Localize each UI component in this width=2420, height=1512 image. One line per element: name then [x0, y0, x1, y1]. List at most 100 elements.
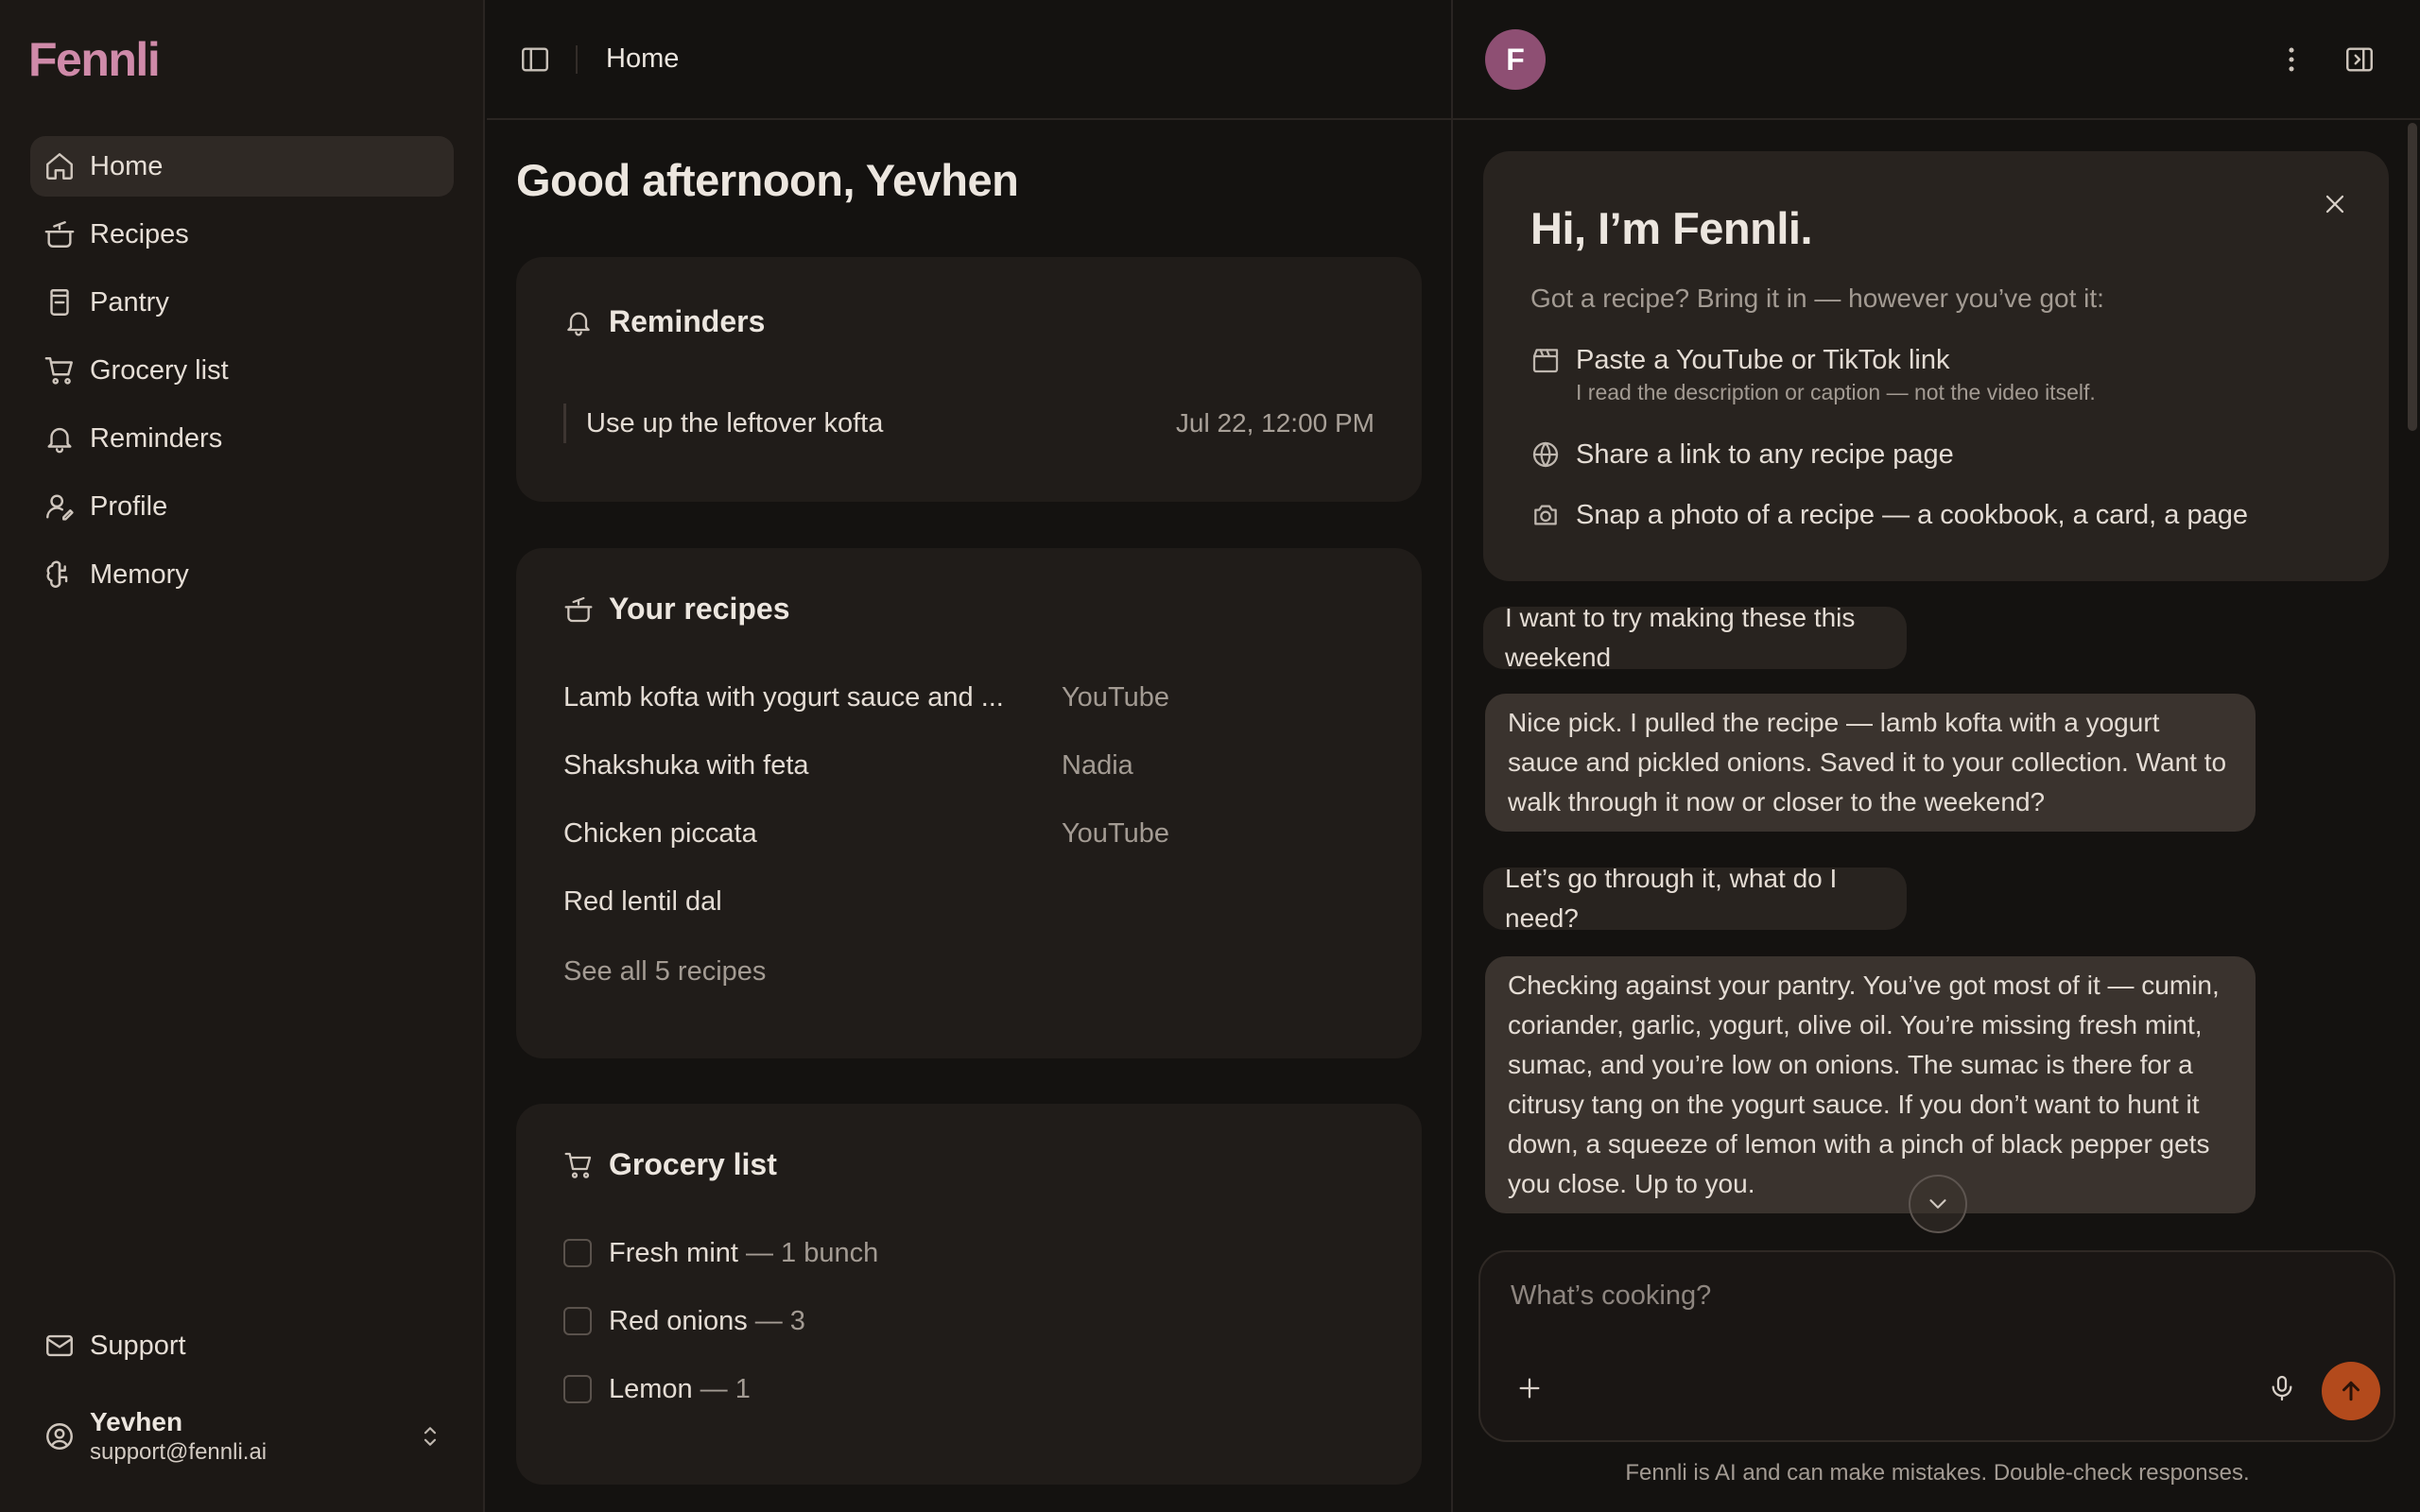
- support-link[interactable]: Support: [30, 1315, 454, 1376]
- jar-icon: [43, 286, 76, 318]
- assistant-avatar: F: [1485, 29, 1546, 90]
- recipe-row[interactable]: Red lentil dal: [563, 883, 1374, 920]
- sidebar: Fennli Home Recipes Pantry Grocery list …: [0, 0, 485, 1512]
- sidebar-item-pantry[interactable]: Pantry: [30, 272, 454, 333]
- option-title: Paste a YouTube or TikTok link: [1576, 345, 1950, 375]
- close-icon[interactable]: [2320, 189, 2350, 219]
- sidebar-item-label: Memory: [90, 558, 189, 590]
- grocery-checkbox[interactable]: [563, 1375, 592, 1403]
- grocery-checkbox[interactable]: [563, 1239, 592, 1267]
- recipes-card: Your recipes Lamb kofta with yogurt sauc…: [516, 548, 1422, 1058]
- welcome-option-video: Paste a YouTube or TikTok link I read th…: [1530, 342, 2096, 406]
- chat-scrollbar[interactable]: [2408, 123, 2417, 431]
- sidebar-item-recipes[interactable]: Recipes: [30, 204, 454, 265]
- recipe-row[interactable]: Chicken piccata YouTube: [563, 815, 1374, 852]
- sidebar-item-label: Grocery list: [90, 354, 229, 386]
- home-icon: [43, 150, 76, 182]
- chat-input[interactable]: [1511, 1280, 2342, 1312]
- assistant-message: Checking against your pantry. You’ve got…: [1485, 956, 2256, 1213]
- user-meta: Yevhen support@fennli.ai: [90, 1406, 416, 1467]
- reminder-date: Jul 22, 12:00 PM: [1175, 408, 1374, 438]
- pot-icon: [563, 594, 594, 625]
- grocery-card: Grocery list Fresh mint — 1 bunch Red on…: [516, 1104, 1422, 1485]
- grocery-name: Fresh mint: [609, 1237, 738, 1268]
- recipes-card-title[interactable]: Your recipes: [563, 592, 789, 627]
- clapperboard-icon: [1530, 345, 1561, 375]
- sidebar-item-label: Home: [90, 150, 164, 181]
- grocery-item: Fresh mint — 1 bunch: [563, 1234, 878, 1272]
- user-circle-icon: [43, 1420, 76, 1452]
- panel-right-close-icon[interactable]: [2343, 43, 2376, 76]
- assistant-message: Nice pick. I pulled the recipe — lamb ko…: [1485, 694, 2256, 832]
- globe-icon: [1530, 439, 1561, 470]
- welcome-title: Hi, I’m Fennli.: [1530, 203, 1813, 253]
- welcome-card: Hi, I’m Fennli. Got a recipe? Bring it i…: [1483, 151, 2389, 581]
- sidebar-item-profile[interactable]: Profile: [30, 476, 454, 537]
- app-logo[interactable]: Fennli: [28, 32, 161, 87]
- option-title: Snap a photo of a recipe — a cookbook, a…: [1576, 500, 2248, 530]
- sidebar-item-grocery-list[interactable]: Grocery list: [30, 340, 454, 401]
- bell-icon: [43, 422, 76, 455]
- user-edit-icon: [43, 490, 76, 523]
- grocery-qty: — 1: [700, 1373, 751, 1404]
- card-title-label: Grocery list: [609, 1147, 777, 1181]
- support-label: Support: [90, 1330, 186, 1361]
- grocery-item: Lemon — 1: [563, 1370, 751, 1408]
- chevron-up-down-icon[interactable]: [416, 1422, 444, 1451]
- brain-icon: [43, 558, 76, 591]
- chat-panel: F Hi, I’m Fennli. Got a recipe? Bring it…: [1451, 0, 2420, 1512]
- user-message: Let’s go through it, what do I need?: [1483, 864, 1907, 933]
- sidebar-item-reminders[interactable]: Reminders: [30, 408, 454, 469]
- camera-icon: [1530, 500, 1561, 530]
- user-message: I want to try making these this weekend: [1483, 603, 1907, 672]
- mail-icon: [43, 1330, 76, 1362]
- page-title: Good afternoon, Yevhen: [516, 155, 1019, 205]
- scroll-to-bottom-button[interactable]: [1909, 1175, 1967, 1233]
- main-content: Home Good afternoon, Yevhen Reminders Us…: [487, 0, 1451, 1512]
- option-detail: I read the description or caption — not …: [1576, 380, 2096, 404]
- chat-composer: [1478, 1250, 2395, 1442]
- sidebar-item-memory[interactable]: Memory: [30, 544, 454, 605]
- microphone-icon[interactable]: [2267, 1373, 2297, 1403]
- user-menu[interactable]: Yevhen support@fennli.ai: [30, 1402, 454, 1470]
- grocery-item: Red onions — 3: [563, 1302, 805, 1340]
- sidebar-item-label: Pantry: [90, 286, 169, 318]
- send-button[interactable]: [2322, 1362, 2380, 1420]
- cart-icon: [43, 354, 76, 387]
- recipe-row[interactable]: Shakshuka with feta Nadia: [563, 747, 1374, 784]
- user-email: support@fennli.ai: [90, 1439, 268, 1465]
- grocery-qty: — 3: [754, 1305, 805, 1336]
- recipe-source: YouTube: [1062, 817, 1169, 849]
- grocery-checkbox[interactable]: [563, 1307, 592, 1335]
- cart-icon: [563, 1150, 594, 1180]
- reminder-item[interactable]: Use up the leftover kofta Jul 22, 12:00 …: [563, 404, 1374, 443]
- recipe-name: Red lentil dal: [563, 885, 722, 917]
- sidebar-nav: Home Recipes Pantry Grocery list Reminde…: [30, 136, 454, 612]
- reminders-card: Reminders Use up the leftover kofta Jul …: [516, 257, 1422, 502]
- sidebar-support: Support: [30, 1315, 454, 1383]
- ai-disclaimer: Fennli is AI and can make mistakes. Doub…: [1625, 1460, 2250, 1486]
- sidebar-item-label: Profile: [90, 490, 168, 522]
- grocery-qty: — 1 bunch: [745, 1237, 879, 1268]
- welcome-option-text: Paste a YouTube or TikTok link I read th…: [1576, 342, 2096, 406]
- grocery-card-title[interactable]: Grocery list: [563, 1147, 777, 1182]
- pot-icon: [43, 218, 76, 250]
- see-all-recipes-link[interactable]: See all 5 recipes: [563, 956, 766, 988]
- sidebar-item-home[interactable]: Home: [30, 136, 454, 197]
- chat-header: F: [1453, 0, 2420, 120]
- more-vertical-icon[interactable]: [2275, 43, 2308, 76]
- sidebar-item-label: Recipes: [90, 218, 189, 249]
- divider: [576, 44, 578, 74]
- sidebar-toggle-icon[interactable]: [519, 43, 551, 76]
- recipe-name: Lamb kofta with yogurt sauce and ...: [563, 681, 1004, 713]
- recipe-row[interactable]: Lamb kofta with yogurt sauce and ... You…: [563, 679, 1374, 716]
- recipe-name: Chicken piccata: [563, 817, 757, 849]
- recipe-source: YouTube: [1062, 681, 1169, 713]
- reminders-card-title[interactable]: Reminders: [563, 304, 765, 339]
- breadcrumb: Home: [606, 43, 680, 74]
- plus-icon[interactable]: [1514, 1373, 1545, 1403]
- chevron-down-icon: [1924, 1190, 1952, 1218]
- welcome-option-photo: Snap a photo of a recipe — a cookbook, a…: [1530, 497, 2248, 533]
- card-title-label: Your recipes: [609, 592, 790, 626]
- sidebar-item-label: Reminders: [90, 422, 223, 454]
